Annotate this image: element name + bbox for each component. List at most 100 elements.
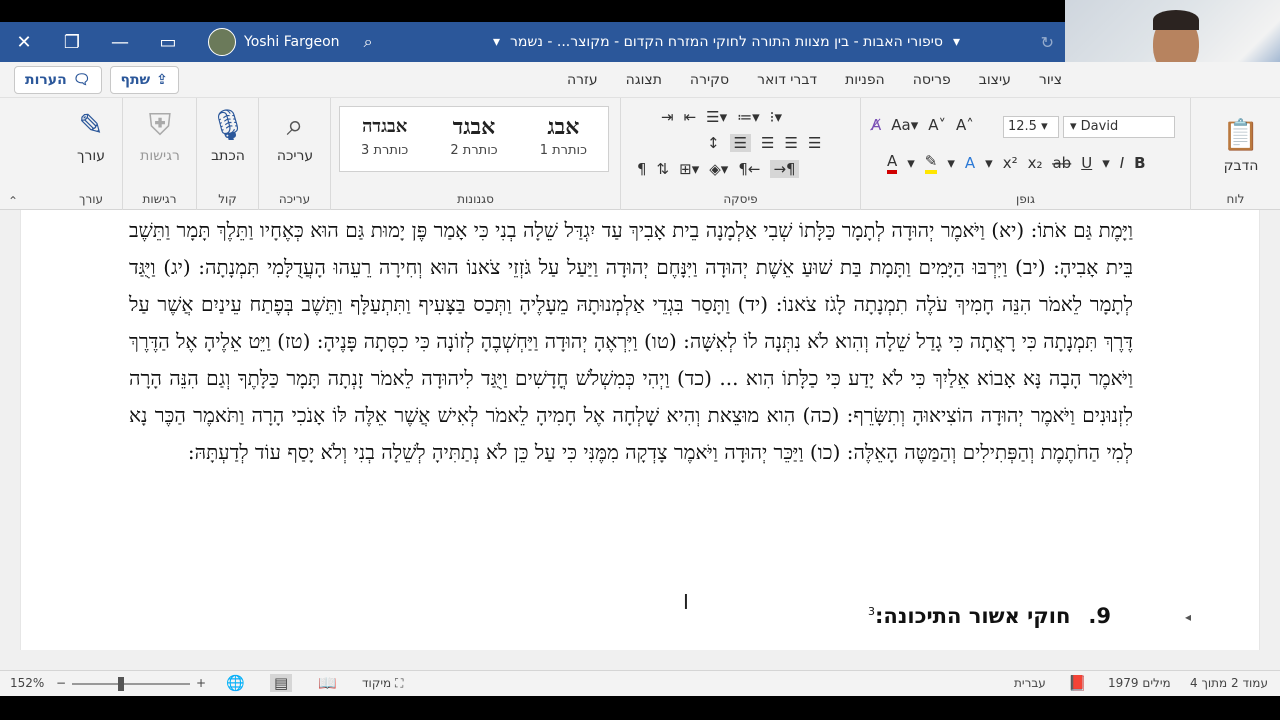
- editing-button[interactable]: ⌕ עריכה: [267, 104, 323, 164]
- comment-icon: 🗨: [72, 72, 91, 88]
- heading-number: 9.: [1088, 604, 1111, 628]
- section-heading[interactable]: 9. חוקי אשור התיכונה:3: [868, 604, 1111, 628]
- collapse-heading-icon[interactable]: ◂: [1185, 610, 1191, 624]
- font-size-field[interactable]: 12.5 ▾: [1003, 116, 1059, 138]
- multilevel-list-icon[interactable]: ☰▾: [706, 108, 727, 126]
- show-marks-icon[interactable]: ¶: [637, 160, 647, 178]
- tab-view[interactable]: תצוגה: [626, 72, 662, 88]
- tab-help[interactable]: עזרה: [567, 72, 598, 88]
- restore-window-button[interactable]: ❐: [48, 22, 96, 62]
- footnote-reference[interactable]: 3: [868, 605, 875, 618]
- group-voice: 🎙 הכתב קול: [196, 98, 258, 210]
- share-icon: ⇪: [156, 72, 168, 88]
- sensitivity-button[interactable]: ⛨ רגישות: [132, 104, 188, 164]
- zoom-level[interactable]: 152%: [10, 676, 44, 690]
- ltr-icon[interactable]: →¶: [770, 160, 799, 178]
- document-paragraph[interactable]: וַיָּמֶת גַּם אֹתוֹ: (יא) וַיֹּאמֶר יְהו…: [129, 212, 1133, 471]
- justify-icon[interactable]: ☰: [729, 134, 752, 152]
- tab-references[interactable]: הפניות: [845, 72, 885, 88]
- increase-indent-icon[interactable]: ⇥: [661, 108, 674, 126]
- group-sensitivity: ⛨ רגישות רגישות: [122, 98, 196, 210]
- bullets-icon[interactable]: ⁝▾: [770, 108, 782, 126]
- chevron-down-icon: ▾: [952, 34, 960, 50]
- styles-gallery[interactable]: אבג כותרת 1 אבגד כותרת 2 אבגדה כותרת 3: [339, 106, 609, 172]
- borders-icon[interactable]: ⊞▾: [679, 160, 699, 178]
- document-title[interactable]: ▾ סיפורי האבות - בין מצוות התורה לחוקי ה…: [493, 34, 960, 50]
- font-color-icon[interactable]: A: [887, 152, 898, 174]
- style-heading-1[interactable]: אבג כותרת 1: [519, 107, 608, 171]
- clipboard-icon: 📋: [1222, 118, 1260, 153]
- align-right-icon[interactable]: ☰: [808, 134, 821, 152]
- style-heading-3[interactable]: אבגדה כותרת 3: [340, 107, 429, 171]
- minimize-window-button[interactable]: —: [96, 22, 144, 62]
- font-row-1: A̸ Aa▾ A˅ A˄: [871, 116, 974, 134]
- ribbon: ✎ עורך עורך ⛨ רגישות רגישות 🎙 הכתב קול ⌕ ערי…: [0, 98, 1280, 210]
- line-spacing-icon[interactable]: ↕: [707, 134, 720, 152]
- status-bar: 152% − + 🌐 ▤ 📖 מיקוד ⛶ עברית 📕 1979 מילי…: [0, 670, 1280, 696]
- editor-button[interactable]: ✎ עורך: [63, 104, 119, 164]
- paragraph-row-3: ¶ ⇅ ⊞▾ ◈▾ ¶← →¶: [637, 160, 799, 178]
- bold-icon[interactable]: B: [1134, 154, 1145, 172]
- subscript-icon[interactable]: x₂: [1028, 154, 1043, 172]
- font-name-field[interactable]: ▾ David: [1063, 116, 1175, 138]
- ribbon-display-options-button[interactable]: ▭: [144, 22, 192, 62]
- group-paragraph: ⇥ ⇤ ☰▾ ≔▾ ⁝▾ ↕ ☰ ☰ ☰ ☰ ¶ ⇅ ⊞▾ ◈▾ ¶← →¶ פ…: [620, 98, 860, 210]
- text-effects-icon[interactable]: A: [965, 154, 975, 172]
- ribbon-tabs: ציור עיצוב פריסה הפניות דברי דואר סקירה …: [0, 62, 1280, 98]
- close-window-button[interactable]: ✕: [0, 22, 48, 62]
- decrease-font-icon[interactable]: A˅: [928, 116, 946, 134]
- microphone-icon: 🎙: [208, 108, 248, 143]
- italic-icon[interactable]: I: [1120, 154, 1124, 172]
- group-styles: אבג כותרת 1 אבגד כותרת 2 אבגדה כותרת 3 סגנו…: [330, 98, 620, 210]
- account-button[interactable]: Yoshi Fargeon: [208, 28, 340, 56]
- strikethrough-icon[interactable]: a̶b̶: [1052, 154, 1071, 172]
- align-center-icon[interactable]: ☰: [784, 134, 797, 152]
- focus-button[interactable]: מיקוד ⛶: [362, 676, 403, 691]
- tab-design[interactable]: עיצוב: [979, 72, 1011, 88]
- comments-button[interactable]: הערות 🗨: [14, 66, 102, 94]
- bottom-black-bar: [0, 696, 1280, 720]
- zoom-slider[interactable]: [72, 683, 190, 685]
- change-case-icon[interactable]: Aa▾: [891, 116, 918, 134]
- sensitivity-icon: ⛨: [148, 108, 172, 143]
- search-icon[interactable]: ⌕: [364, 32, 373, 52]
- mouse-cursor-icon: Ι: [683, 590, 689, 614]
- shading-icon[interactable]: ◈▾: [709, 160, 728, 178]
- zoom-in-icon[interactable]: +: [196, 676, 206, 690]
- dictate-button[interactable]: 🎙 הכתב: [200, 104, 256, 164]
- align-left-icon[interactable]: ☰: [761, 134, 774, 152]
- proofing-icon[interactable]: 📕: [1068, 674, 1087, 692]
- language-status[interactable]: עברית: [1014, 676, 1046, 690]
- zoom-slider-thumb[interactable]: [118, 677, 124, 691]
- web-layout-icon[interactable]: 🌐: [226, 674, 245, 692]
- editor-pen-icon: ✎: [78, 108, 104, 143]
- print-layout-icon[interactable]: ▤: [270, 674, 293, 692]
- clear-formatting-icon[interactable]: A̸: [871, 116, 881, 134]
- chevron-down-icon: ▾: [1070, 119, 1077, 134]
- tab-mailings[interactable]: דברי דואר: [757, 72, 817, 88]
- collapse-ribbon-icon[interactable]: ⌃: [8, 194, 18, 208]
- increase-font-icon[interactable]: A˄: [956, 116, 974, 134]
- rtl-icon[interactable]: ¶←: [738, 160, 760, 178]
- redo-icon[interactable]: ↻: [1041, 33, 1054, 52]
- share-button[interactable]: שתף ⇪: [109, 66, 179, 94]
- highlight-icon[interactable]: ✎: [924, 152, 938, 174]
- tab-layout[interactable]: פריסה: [913, 72, 951, 88]
- underline-icon[interactable]: U: [1081, 154, 1092, 172]
- document-page[interactable]: וַיָּמֶת גַּם אֹתוֹ: (יא) וַיֹּאמֶר יְהו…: [20, 210, 1260, 650]
- style-heading-2[interactable]: אבגד כותרת 2: [429, 107, 518, 171]
- tab-draw[interactable]: ציור: [1039, 72, 1062, 88]
- group-clipboard: 📋 הדבק לוח: [1190, 98, 1280, 210]
- read-mode-icon[interactable]: 📖: [318, 674, 337, 692]
- superscript-icon[interactable]: x²: [1003, 154, 1018, 172]
- heading-text: חוקי אשור התיכונה:: [875, 604, 1071, 628]
- paste-button[interactable]: 📋 הדבק: [1213, 114, 1269, 174]
- word-count[interactable]: 1979 מילים: [1108, 676, 1171, 690]
- zoom-out-icon[interactable]: −: [56, 676, 66, 690]
- sort-icon[interactable]: ⇅: [657, 160, 670, 178]
- page-number[interactable]: עמוד 2 מתוך 4: [1190, 676, 1268, 690]
- decrease-indent-icon[interactable]: ⇤: [684, 108, 697, 126]
- numbering-icon[interactable]: ≔▾: [737, 108, 760, 126]
- paragraph-row-1: ⇥ ⇤ ☰▾ ≔▾ ⁝▾: [661, 108, 782, 126]
- tab-review[interactable]: סקירה: [690, 72, 729, 88]
